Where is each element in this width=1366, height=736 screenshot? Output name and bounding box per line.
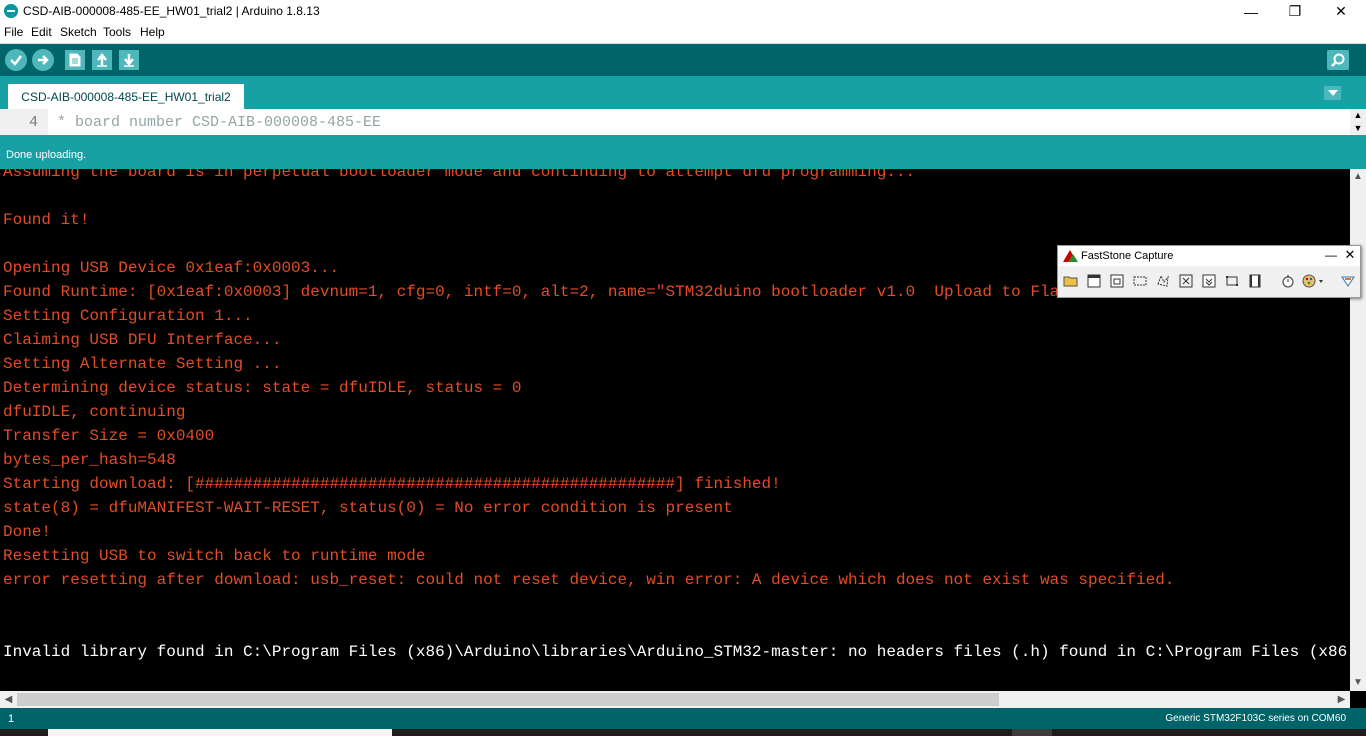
chevron-down-icon [1327,90,1338,96]
capture-freehand-icon[interactable] [1153,271,1173,291]
scroll-up-icon[interactable]: ▲ [1350,169,1366,185]
arduino-logo-icon [4,4,18,18]
menu-bar: File Edit Sketch Tools Help [0,23,1366,44]
horizontal-scroll-thumb[interactable] [17,693,999,706]
console-line: Transfer Size = 0x0400 [3,427,215,445]
faststone-capture-window[interactable]: FastStone Capture — ✕ [1057,245,1361,298]
console-line: Setting Alternate Setting ... [3,355,282,373]
status-message: Done uploading. [6,149,87,161]
console-line: Assuming the board is in perpetual bootl… [3,169,916,181]
menu-sketch[interactable]: Sketch [60,25,97,39]
tab-menu-button[interactable] [1324,86,1341,100]
menu-edit[interactable]: Edit [31,25,52,39]
line-gutter: 4 [0,109,48,135]
console-line: state(8) = dfuMANIFEST-WAIT-RESET, statu… [3,499,733,517]
record-video-icon[interactable] [1245,271,1265,291]
scroll-right-icon[interactable]: ▶ [1333,691,1350,708]
board-port-info: Generic STM32F103C series on COM60 [1165,713,1346,724]
taskbar [0,729,1366,736]
console-line: bytes_per_hash=548 [3,451,176,469]
console-line: error resetting after download: usb_rese… [3,571,1175,589]
verify-button[interactable] [5,49,27,71]
output-palette-icon[interactable] [1301,271,1327,291]
toolbar [0,44,1366,76]
tab-bar: CSD-AIB-000008-485-EE_HW01_trial2 [0,76,1366,109]
scroll-left-icon[interactable]: ◀ [0,691,17,708]
capture-fixed-region-icon[interactable] [1222,271,1242,291]
upload-button[interactable] [32,49,54,71]
console-line: Found Runtime: [0x1eaf:0x0003] devnum=1,… [3,283,1175,301]
arrow-up-icon [97,53,107,67]
close-button[interactable]: ✕ [1318,0,1364,23]
capture-scrolling-icon[interactable] [1199,271,1219,291]
console-line: Done! [3,523,52,541]
check-icon [10,55,22,66]
capture-window-icon[interactable] [1084,271,1104,291]
arrow-right-icon [38,55,49,65]
status-bar: Done uploading. [0,135,1366,169]
console-line: dfuIDLE, continuing [3,403,186,421]
save-button[interactable] [119,50,139,70]
code-line[interactable]: * board number CSD-AIB-000008-485-EE [57,114,381,131]
window-title: CSD-AIB-000008-485-EE_HW01_trial2 | Ardu… [23,4,320,18]
new-button[interactable] [65,50,85,70]
console-line: Claiming USB DFU Interface... [3,331,282,349]
taskbar-app-button[interactable] [1012,729,1052,736]
console-line: Setting Configuration 1... [3,307,253,325]
maximize-button[interactable]: ❐ [1272,0,1318,23]
scroll-up-icon[interactable]: ▲ [1350,109,1366,122]
faststone-title: FastStone Capture [1081,250,1174,262]
cursor-line-number: 1 [8,713,15,725]
editor-scrollbar[interactable]: ▲ ▼ [1350,109,1366,135]
open-button[interactable] [92,50,112,70]
minimize-button[interactable]: — [1228,0,1274,23]
open-icon[interactable] [1061,271,1081,291]
faststone-minimize-button[interactable]: — [1324,248,1338,262]
delay-timer-icon[interactable] [1278,271,1298,291]
console-line: Resetting USB to switch back to runtime … [3,547,426,565]
faststone-logo-icon [1063,250,1078,262]
arrow-down-icon [124,54,134,67]
title-bar: CSD-AIB-000008-485-EE_HW01_trial2 | Ardu… [0,0,1366,23]
menu-tools[interactable]: Tools [103,25,131,39]
scroll-down-icon[interactable]: ▼ [1350,675,1366,691]
code-editor[interactable]: 4 * board number CSD-AIB-000008-485-EE ▲… [0,109,1366,135]
console-line: Determining device status: state = dfuID… [3,379,522,397]
faststone-title-bar[interactable]: FastStone Capture — ✕ [1058,246,1360,266]
console-horizontal-scrollbar[interactable]: ◀ ▶ [0,691,1350,708]
serial-monitor-button[interactable] [1327,50,1349,70]
menu-file[interactable]: File [4,25,23,39]
capture-object-icon[interactable] [1107,271,1127,291]
settings-icon[interactable] [1338,271,1358,291]
console-line: Starting download: [####################… [3,475,781,493]
tab-sketch[interactable]: CSD-AIB-000008-485-EE_HW01_trial2 [8,84,244,109]
menu-help[interactable]: Help [140,25,165,39]
scroll-down-icon[interactable]: ▼ [1350,122,1366,135]
line-number: 4 [28,114,38,131]
file-icon [69,53,81,67]
console-line: Invalid library found in C:\Program File… [3,643,1350,661]
capture-fullscreen-icon[interactable] [1176,271,1196,291]
console-line: Found it! [3,211,90,229]
console-line: Opening USB Device 0x1eaf:0x0003... [3,259,340,277]
magnifier-icon [1331,53,1345,67]
capture-rectangle-icon[interactable] [1130,271,1150,291]
faststone-close-button[interactable]: ✕ [1343,247,1357,263]
taskbar-search-box[interactable] [48,729,392,736]
footer-bar: 1 Generic STM32F103C series on COM60 [0,708,1366,729]
